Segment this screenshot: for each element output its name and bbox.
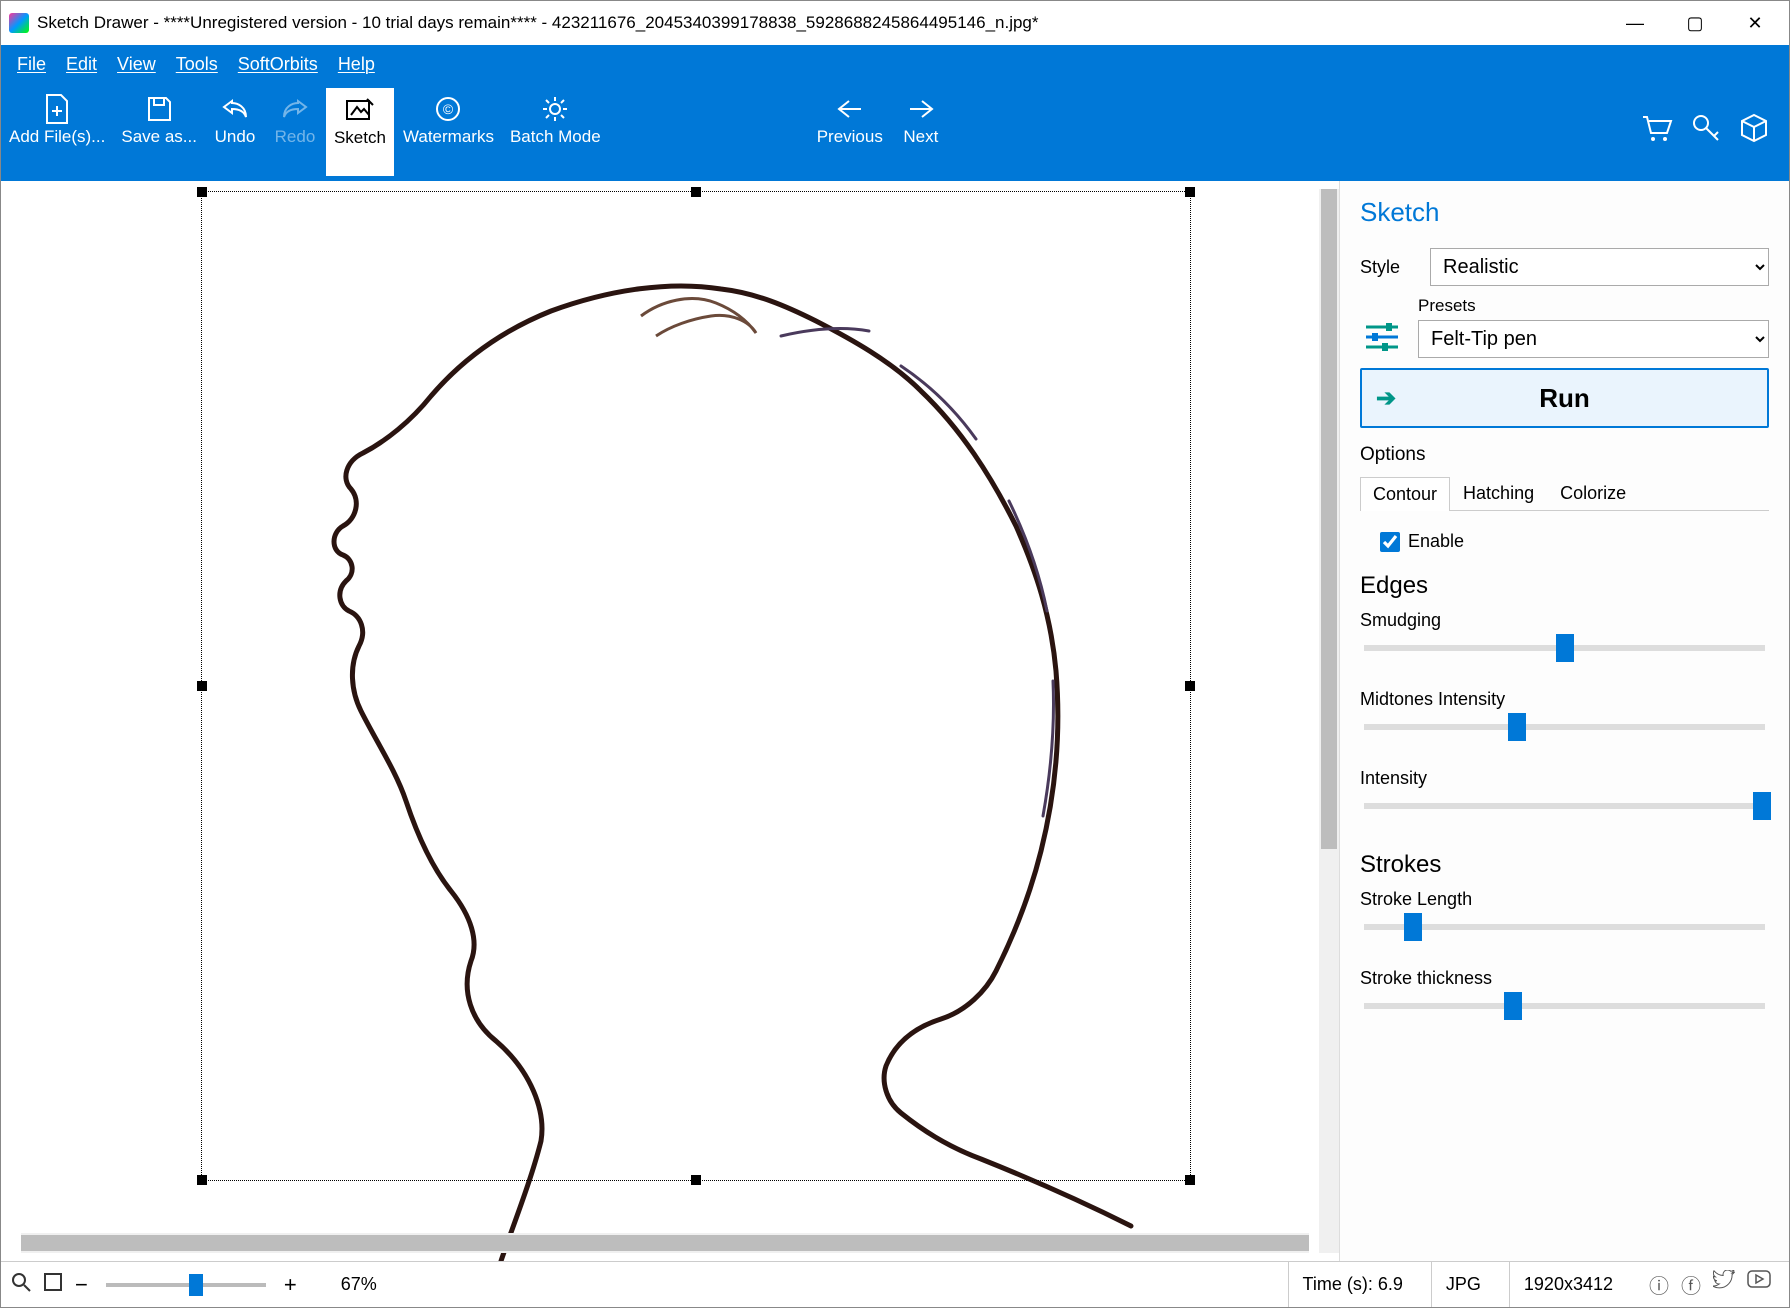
canvas[interactable]: [1, 181, 1339, 1261]
resize-handle[interactable]: [197, 1175, 207, 1185]
adjust-icon[interactable]: [1360, 314, 1404, 358]
facebook-icon[interactable]: ⓕ: [1681, 1270, 1701, 1299]
undo-icon: [220, 91, 250, 127]
stroke-length-label: Stroke Length: [1360, 889, 1769, 910]
twitter-icon[interactable]: [1713, 1270, 1735, 1299]
resize-handle[interactable]: [1185, 681, 1195, 691]
add-file-icon: [44, 91, 70, 127]
resize-handle[interactable]: [1185, 187, 1195, 197]
options-label: Options: [1360, 444, 1769, 466]
arrow-right-icon: [906, 91, 936, 127]
zoom-slider[interactable]: [106, 1283, 266, 1287]
midtones-slider[interactable]: [1364, 724, 1765, 730]
batch-mode-button[interactable]: Batch Mode: [502, 87, 609, 177]
smudging-label: Smudging: [1360, 610, 1769, 631]
zoom-tool-icon[interactable]: [11, 1272, 31, 1297]
stroke-thickness-label: Stroke thickness: [1360, 968, 1769, 989]
menu-help[interactable]: Help: [328, 50, 385, 79]
menu-view[interactable]: View: [107, 50, 166, 79]
menu-edit[interactable]: Edit: [56, 50, 107, 79]
stroke-thickness-slider[interactable]: [1364, 1003, 1765, 1009]
options-tabs: Contour Hatching Colorize: [1360, 476, 1769, 511]
previous-button[interactable]: Previous: [809, 87, 891, 177]
fit-screen-icon[interactable]: [43, 1272, 63, 1297]
tab-hatching[interactable]: Hatching: [1450, 476, 1547, 510]
strokes-title: Strokes: [1360, 851, 1769, 879]
statusbar: − + 67% Time (s): 6.9 JPG 1920x3412 ⓘ ⓕ: [1, 1261, 1789, 1307]
style-select[interactable]: Realistic: [1430, 248, 1769, 286]
panel-title: Sketch: [1360, 197, 1769, 228]
run-button[interactable]: ➔ Run: [1360, 368, 1769, 428]
gear-icon: [541, 91, 569, 127]
horizontal-scrollbar[interactable]: [21, 1233, 1309, 1253]
style-label: Style: [1360, 257, 1416, 278]
next-button[interactable]: Next: [891, 87, 951, 177]
close-button[interactable]: ✕: [1725, 1, 1785, 45]
youtube-icon[interactable]: [1747, 1270, 1771, 1299]
vertical-scrollbar[interactable]: [1319, 189, 1339, 1253]
redo-icon: [280, 91, 310, 127]
menubar: File Edit View Tools SoftOrbits Help: [1, 45, 1789, 83]
presets-label: Presets: [1418, 296, 1769, 316]
resize-handle[interactable]: [1185, 1175, 1195, 1185]
intensity-slider[interactable]: [1364, 803, 1765, 809]
cart-icon[interactable]: [1641, 113, 1673, 151]
watermarks-icon: ©: [434, 91, 462, 127]
enable-checkbox[interactable]: [1380, 532, 1400, 552]
menu-tools[interactable]: Tools: [166, 50, 228, 79]
zoom-out-button[interactable]: −: [75, 1272, 88, 1298]
sketch-icon: [345, 92, 375, 128]
minimize-button[interactable]: —: [1605, 1, 1665, 45]
side-panel: Sketch Style Realistic Presets: [1339, 181, 1789, 1261]
save-as-button[interactable]: Save as...: [113, 87, 205, 177]
resize-handle[interactable]: [691, 187, 701, 197]
stroke-length-slider[interactable]: [1364, 924, 1765, 930]
edges-title: Edges: [1360, 572, 1769, 600]
arrow-left-icon: [835, 91, 865, 127]
svg-text:©: ©: [443, 101, 454, 117]
tab-contour[interactable]: Contour: [1360, 477, 1450, 511]
presets-select[interactable]: Felt-Tip pen: [1418, 320, 1769, 358]
selection-box[interactable]: [201, 191, 1191, 1181]
titlebar: Sketch Drawer - ****Unregistered version…: [1, 1, 1789, 45]
zoom-in-button[interactable]: +: [284, 1272, 297, 1298]
watermarks-button[interactable]: © Watermarks: [395, 87, 502, 177]
run-arrow-icon: ➔: [1376, 384, 1396, 413]
undo-button[interactable]: Undo: [205, 87, 265, 177]
intensity-label: Intensity: [1360, 768, 1769, 789]
main-area: Sketch Style Realistic Presets: [1, 181, 1789, 1261]
tab-colorize[interactable]: Colorize: [1547, 476, 1639, 510]
toolbar-right-icons: [1641, 87, 1789, 177]
menu-softorbits[interactable]: SoftOrbits: [228, 50, 328, 79]
menu-file[interactable]: File: [7, 50, 56, 79]
redo-button[interactable]: Redo: [265, 87, 325, 177]
status-format: JPG: [1431, 1262, 1495, 1307]
app-window: Sketch Drawer - ****Unregistered version…: [0, 0, 1790, 1308]
window-title: Sketch Drawer - ****Unregistered version…: [37, 13, 1605, 33]
resize-handle[interactable]: [197, 681, 207, 691]
save-icon: [145, 91, 173, 127]
add-files-button[interactable]: Add File(s)...: [1, 87, 113, 177]
package-icon[interactable]: [1739, 113, 1769, 151]
maximize-button[interactable]: ▢: [1665, 1, 1725, 45]
midtones-label: Midtones Intensity: [1360, 689, 1769, 710]
smudging-slider[interactable]: [1364, 645, 1765, 651]
enable-label: Enable: [1408, 531, 1464, 552]
toolbar: Add File(s)... Save as... Undo Redo Sket…: [1, 83, 1789, 181]
resize-handle[interactable]: [691, 1175, 701, 1185]
zoom-level: 67%: [341, 1274, 377, 1295]
resize-handle[interactable]: [197, 187, 207, 197]
key-icon[interactable]: [1691, 113, 1721, 151]
status-dimensions: 1920x3412: [1509, 1262, 1627, 1307]
status-time: Time (s): 6.9: [1288, 1262, 1417, 1307]
sketch-button[interactable]: Sketch: [325, 87, 395, 177]
app-icon: [9, 13, 29, 33]
info-icon[interactable]: ⓘ: [1649, 1270, 1669, 1299]
